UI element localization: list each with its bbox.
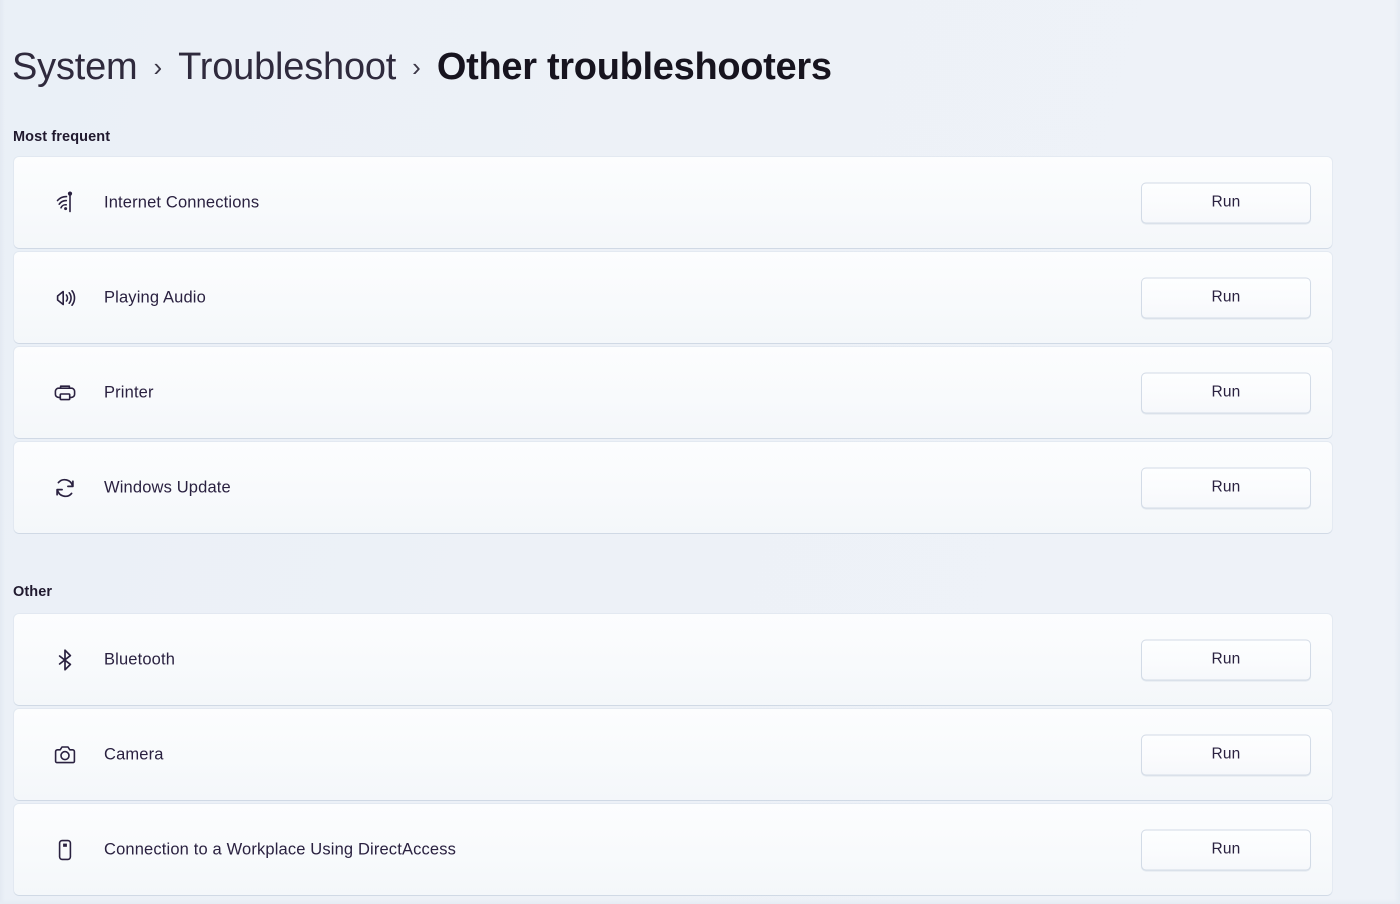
- settings-page: System › Troubleshoot › Other troublesho…: [0, 0, 1400, 904]
- troubleshooter-row-playing-audio[interactable]: Playing Audio Run: [14, 252, 1332, 343]
- troubleshooter-label: Connection to a Workplace Using DirectAc…: [104, 840, 457, 858]
- troubleshooter-label: Printer: [104, 383, 154, 401]
- bluetooth-icon: [50, 645, 80, 675]
- troubleshooter-row-directaccess[interactable]: Connection to a Workplace Using DirectAc…: [14, 804, 1332, 895]
- run-button-internet-connections[interactable]: Run: [1141, 182, 1311, 223]
- run-button-directaccess[interactable]: Run: [1141, 829, 1311, 870]
- troubleshooter-row-bluetooth[interactable]: Bluetooth Run: [14, 614, 1332, 705]
- run-button-playing-audio[interactable]: Run: [1141, 277, 1311, 318]
- breadcrumb-separator-icon: ›: [153, 52, 163, 82]
- printer-icon: [50, 378, 80, 408]
- run-button-bluetooth[interactable]: Run: [1141, 639, 1311, 680]
- troubleshooter-row-internet-connections[interactable]: Internet Connections Run: [14, 157, 1332, 248]
- section-header-other: Other: [13, 584, 53, 600]
- troubleshooter-label: Playing Audio: [104, 288, 206, 306]
- troubleshooter-row-camera[interactable]: Camera Run: [14, 709, 1332, 800]
- page-title: Other troubleshooters: [436, 46, 832, 88]
- troubleshooter-group-most-frequent: Internet Connections Run Playing Audio R…: [14, 157, 1332, 533]
- breadcrumb: System › Troubleshoot › Other troublesho…: [12, 48, 832, 86]
- run-button-windows-update[interactable]: Run: [1141, 467, 1311, 508]
- breadcrumb-separator-icon: ›: [412, 52, 421, 82]
- troubleshooter-row-printer[interactable]: Printer Run: [14, 347, 1332, 438]
- troubleshooter-label: Windows Update: [104, 478, 231, 496]
- troubleshooter-label: Bluetooth: [104, 650, 176, 668]
- troubleshooter-label: Camera: [104, 745, 164, 763]
- breadcrumb-item-troubleshoot[interactable]: Troubleshoot: [178, 48, 396, 86]
- camera-icon: [50, 740, 80, 770]
- breadcrumb-item-system[interactable]: System: [12, 48, 138, 86]
- run-button-camera[interactable]: Run: [1141, 734, 1311, 775]
- page-edge-right: [1394, 0, 1400, 904]
- section-header-most-frequent: Most frequent: [13, 129, 111, 145]
- network-signal-icon: [50, 188, 80, 218]
- speaker-volume-icon: [50, 283, 80, 313]
- refresh-circular-arrows-icon: [50, 473, 80, 503]
- troubleshooter-label: Internet Connections: [104, 193, 260, 211]
- troubleshooter-group-other: Bluetooth Run Camera Run Connection to a…: [14, 614, 1332, 895]
- run-button-printer[interactable]: Run: [1141, 372, 1311, 413]
- troubleshooter-row-windows-update[interactable]: Windows Update Run: [14, 442, 1332, 533]
- page-edge-left: [0, 0, 5, 904]
- mobile-device-icon: [50, 835, 80, 865]
- page-edge-bottom: [0, 899, 1400, 904]
